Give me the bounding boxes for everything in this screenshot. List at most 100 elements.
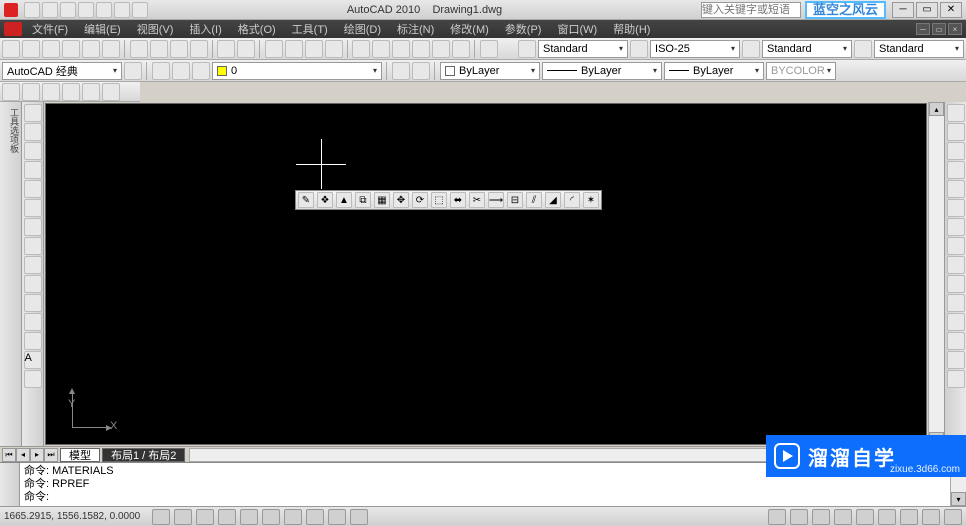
fillet-icon[interactable]: ◜ [564, 192, 580, 208]
tablestyle-combo[interactable]: Standard▾ [762, 40, 852, 58]
app-icon[interactable] [4, 3, 18, 17]
menu-insert[interactable]: 插入(I) [183, 21, 227, 37]
gradient-icon[interactable] [24, 370, 42, 388]
dimstyle-icon[interactable] [630, 40, 648, 58]
menu-tools[interactable]: 工具(T) [286, 21, 334, 37]
r-offset-icon[interactable] [947, 161, 965, 179]
dyn-toggle[interactable] [306, 509, 324, 525]
r-extend-icon[interactable] [947, 294, 965, 312]
workspace-switch-icon[interactable] [856, 509, 874, 525]
vertical-scrollbar[interactable]: ▴ ▾ [928, 102, 944, 446]
maximize-button[interactable]: ▭ [916, 2, 938, 18]
table-icon[interactable] [24, 294, 42, 312]
join-icon[interactable]: ⫽ [526, 192, 542, 208]
menu-format[interactable]: 格式(O) [232, 21, 282, 37]
save-icon[interactable] [42, 40, 60, 58]
r-copy-icon[interactable] [947, 123, 965, 141]
clean-screen-icon[interactable] [944, 509, 962, 525]
r-trim-icon[interactable] [947, 275, 965, 293]
explode-icon[interactable]: ✶ [583, 192, 599, 208]
minimize-button[interactable]: ─ [892, 2, 914, 18]
doc-restore-button[interactable]: ▭ [932, 23, 946, 35]
command-prompt[interactable]: 命令: [24, 491, 946, 504]
tool-palettes-icon[interactable] [392, 40, 410, 58]
pline-icon[interactable] [24, 123, 42, 141]
copy-obj-icon[interactable]: ❖ [317, 192, 333, 208]
ellipse-icon[interactable] [24, 218, 42, 236]
qp-toggle[interactable] [350, 509, 368, 525]
vp-join-icon[interactable] [102, 83, 120, 101]
drawing-canvas[interactable]: ✎ ❖ ▲ ⧉ ▦ ✥ ⟳ ⬚ ⬌ ✂ ⟶ ⊟ ⫽ ◢ ◜ ✶ Y X [45, 103, 927, 445]
doc-minimize-button[interactable]: ─ [916, 23, 930, 35]
otrack-toggle[interactable] [262, 509, 280, 525]
menu-dimension[interactable]: 标注(N) [391, 21, 440, 37]
line-icon[interactable] [24, 104, 42, 122]
ducs-toggle[interactable] [284, 509, 302, 525]
r-erase-icon[interactable] [947, 104, 965, 122]
vp-named-icon[interactable] [82, 83, 100, 101]
layer-prev-icon[interactable] [412, 62, 430, 80]
array-icon[interactable]: ▦ [374, 192, 390, 208]
qat-print-icon[interactable] [114, 2, 130, 18]
quickview-drawings-icon[interactable] [812, 509, 830, 525]
menu-parametric[interactable]: 参数(P) [499, 21, 548, 37]
command-handle[interactable] [0, 463, 20, 506]
sheet-set-icon[interactable] [412, 40, 430, 58]
workspace-combo[interactable]: AutoCAD 经典▾ [2, 62, 122, 80]
linetype-combo[interactable]: ByLayer▾ [542, 62, 662, 80]
block-icon[interactable] [24, 332, 42, 350]
tab-prev-icon[interactable]: ◂ [16, 448, 30, 462]
menu-file[interactable]: 文件(F) [26, 21, 74, 37]
circle-icon[interactable] [24, 142, 42, 160]
tab-next-icon[interactable]: ▸ [30, 448, 44, 462]
snap-toggle[interactable] [152, 509, 170, 525]
paste-icon[interactable] [170, 40, 188, 58]
quickview-layouts-icon[interactable] [790, 509, 808, 525]
zoom-icon[interactable] [285, 40, 303, 58]
publish-icon[interactable] [102, 40, 120, 58]
lwt-toggle[interactable] [328, 509, 346, 525]
hatch-icon[interactable] [24, 256, 42, 274]
tab-last-icon[interactable]: ⏭ [44, 448, 58, 462]
erase-icon[interactable]: ✎ [298, 192, 314, 208]
r-scale-icon[interactable] [947, 237, 965, 255]
ortho-toggle[interactable] [196, 509, 214, 525]
help-icon[interactable] [480, 40, 498, 58]
qat-redo-icon[interactable] [96, 2, 112, 18]
open-icon[interactable] [22, 40, 40, 58]
textstyle-icon[interactable] [518, 40, 536, 58]
vp-three-icon[interactable] [42, 83, 60, 101]
modify-floating-toolbar[interactable]: ✎ ❖ ▲ ⧉ ▦ ✥ ⟳ ⬚ ⬌ ✂ ⟶ ⊟ ⫽ ◢ ◜ ✶ [295, 190, 602, 210]
calc-icon[interactable] [452, 40, 470, 58]
zoom-prev-icon[interactable] [325, 40, 343, 58]
new-icon[interactable] [2, 40, 20, 58]
tab-model[interactable]: 模型 [60, 448, 100, 462]
polygon-icon[interactable] [24, 199, 42, 217]
menu-modify[interactable]: 修改(M) [444, 21, 495, 37]
dimstyle-combo[interactable]: ISO-25▾ [650, 40, 740, 58]
layer-iso-icon[interactable] [392, 62, 410, 80]
preview-icon[interactable] [82, 40, 100, 58]
undo-icon[interactable] [217, 40, 235, 58]
grid-toggle[interactable] [174, 509, 192, 525]
region-icon[interactable] [24, 275, 42, 293]
qat-new-icon[interactable] [24, 2, 40, 18]
trim-icon[interactable]: ✂ [469, 192, 485, 208]
close-button[interactable]: ✕ [940, 2, 962, 18]
workspace-settings-icon[interactable] [124, 62, 142, 80]
arc-icon[interactable] [24, 161, 42, 179]
plotstyle-combo[interactable]: BYCOLOR▾ [766, 62, 836, 80]
menu-edit[interactable]: 编辑(E) [78, 21, 127, 37]
qat-save-icon[interactable] [60, 2, 76, 18]
tab-layout1[interactable]: 布局1 / 布局2 [102, 448, 185, 462]
lock-ui-icon[interactable] [878, 509, 896, 525]
polar-toggle[interactable] [218, 509, 236, 525]
vp-two-icon[interactable] [22, 83, 40, 101]
mtext-icon[interactable]: A [24, 351, 42, 369]
mirror-icon[interactable]: ▲ [336, 192, 352, 208]
offset-icon[interactable]: ⧉ [355, 192, 371, 208]
match-icon[interactable] [190, 40, 208, 58]
copy-icon[interactable] [150, 40, 168, 58]
menu-view[interactable]: 视图(V) [131, 21, 180, 37]
coordinates-readout[interactable]: 1665.2915, 1556.1582, 0.0000 [4, 511, 148, 522]
